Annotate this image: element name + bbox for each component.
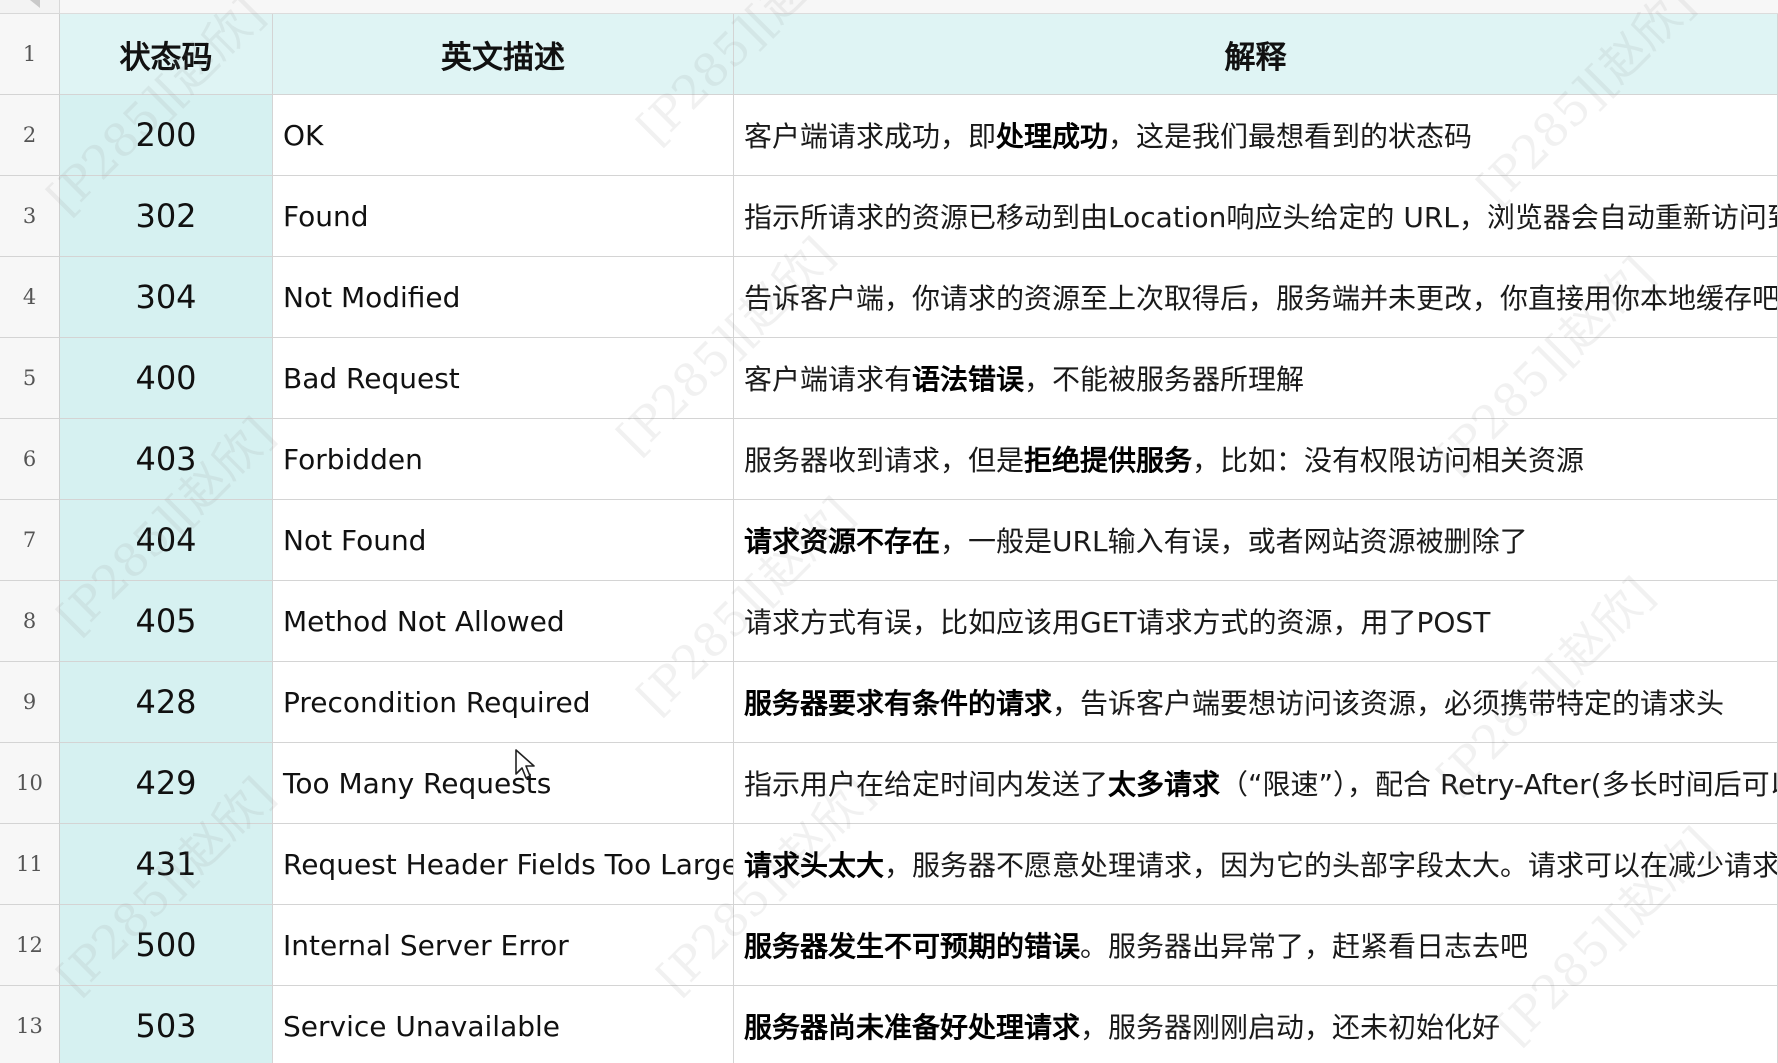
row-number[interactable]: 9 [0,662,60,743]
explanation-text: 。服务器出异常了，赶紧看日志去吧 [1080,930,1529,963]
explanation-text: ，一般是URL输入有误，或者网站资源被删除了 [940,525,1528,558]
column-header-strip[interactable] [60,0,1778,14]
row-number[interactable]: 1 [0,14,60,95]
english-description-cell[interactable]: Found [273,176,734,257]
explanation-text: 客户端请求有 [744,363,913,396]
explanation-text: ，比如：没有权限访问相关资源 [1192,444,1585,477]
explanation-cell[interactable]: 指示用户在给定时间内发送了 太多请求 （“限速”），配合 Retry-After(多… [734,743,1778,824]
explanation-text: ，服务器不愿意处理请求，因为它的头部字段太大。请求可以在减少请求头域的大小后重新… [884,849,1778,882]
status-code-cell[interactable]: 405 [60,581,273,662]
explanation-text: ，告诉客户端要想访问该资源，必须携带特定的请求头 [1052,687,1725,720]
status-code-cell[interactable]: 403 [60,419,273,500]
explanation-bold-text: 服务器要求有条件的请求 [744,687,1053,720]
explanation-cell[interactable]: 服务器尚未准备好处理请求 ，服务器刚刚启动，还未初始化好 [734,986,1778,1063]
spreadsheet: 1 状态码 英文描述 解释 2 200 OK 客户端请求成功，即 处理成功 ，这是我们最想… [0,0,1778,1063]
english-description-cell[interactable]: Precondition Required [273,662,734,743]
explanation-text: 指示用户在给定时间内发送了 [744,768,1109,801]
explanation-text: ，不能被服务器所理解 [1024,363,1305,396]
row-number[interactable]: 8 [0,581,60,662]
row-number[interactable]: 2 [0,95,60,176]
row-number[interactable]: 11 [0,824,60,905]
explanation-cell[interactable]: 告诉客户端，你请求的资源至上次取得后，服务端并未更改，你直接用你本地缓存吧。隐式… [734,257,1778,338]
status-code-cell[interactable]: 304 [60,257,273,338]
english-description-cell[interactable]: Forbidden [273,419,734,500]
explanation-text: ，这是我们最想看到的状态码 [1108,120,1473,153]
explanation-cell[interactable]: 客户端请求有 语法错误 ，不能被服务器所理解 [734,338,1778,419]
explanation-text: 指示所请求的资源已移动到由Location响应头给定的 URL，浏览器会自动重新… [744,201,1777,234]
explanation-text: 客户端请求成功，即 [744,120,997,153]
explanation-cell[interactable]: 服务器发生不可预期的错误 。服务器出异常了，赶紧看日志去吧 [734,905,1778,986]
explanation-bold-text: 太多请求 [1108,768,1221,801]
explanation-cell[interactable]: 服务器收到请求，但是 拒绝提供服务 ，比如：没有权限访问相关资源 [734,419,1778,500]
explanation-text: 请求方式有误，比如应该用GET请求方式的资源，用了POST [744,606,1491,639]
header-desc[interactable]: 英文描述 [273,14,734,95]
english-description-cell[interactable]: Not Found [273,500,734,581]
explanation-cell[interactable]: 指示所请求的资源已移动到由Location响应头给定的 URL，浏览器会自动重新… [734,176,1778,257]
corner-triangle-icon [30,0,40,8]
explanation-bold-text: 拒绝提供服务 [1024,444,1193,477]
english-description-cell[interactable]: OK [273,95,734,176]
row-number[interactable]: 3 [0,176,60,257]
status-code-cell[interactable]: 500 [60,905,273,986]
explanation-bold-text: 请求头太大 [744,849,885,882]
row-number[interactable]: 10 [0,743,60,824]
row-number[interactable]: 12 [0,905,60,986]
explanation-cell[interactable]: 请求资源不存在 ，一般是URL输入有误，或者网站资源被删除了 [734,500,1778,581]
explanation-cell[interactable]: 请求头太大，服务器不愿意处理请求，因为它的头部字段太大。请求可以在减少请求头域的… [734,824,1778,905]
explanation-text: ，服务器刚刚启动，还未初始化好 [1080,1011,1501,1044]
english-description-cell[interactable]: Too Many Requests [273,743,734,824]
status-code-cell[interactable]: 503 [60,986,273,1063]
explanation-cell[interactable]: 服务器要求有条件的请求 ，告诉客户端要想访问该资源，必须携带特定的请求头 [734,662,1778,743]
status-code-cell[interactable]: 404 [60,500,273,581]
row-number[interactable]: 6 [0,419,60,500]
row-number[interactable]: 4 [0,257,60,338]
explanation-bold-text: 服务器尚未准备好处理请求 [744,1011,1081,1044]
english-description-cell[interactable]: Internal Server Error [273,905,734,986]
explanation-cell[interactable]: 请求方式有误，比如应该用GET请求方式的资源，用了POST [734,581,1778,662]
row-number[interactable]: 7 [0,500,60,581]
explanation-bold-text: 请求资源不存在 [744,525,941,558]
explanation-text: 告诉客户端，你请求的资源至上次取得后，服务端并未更改，你直接用你本地缓存吧。隐式… [744,282,1778,315]
header-code[interactable]: 状态码 [60,14,273,95]
explanation-cell[interactable]: 客户端请求成功，即 处理成功 ，这是我们最想看到的状态码 [734,95,1778,176]
status-code-cell[interactable]: 429 [60,743,273,824]
english-description-cell[interactable]: Service Unavailable [273,986,734,1063]
explanation-bold-text: 服务器发生不可预期的错误 [744,930,1081,963]
status-code-cell[interactable]: 428 [60,662,273,743]
english-description-cell[interactable]: Bad Request [273,338,734,419]
explanation-bold-text: 语法错误 [912,363,1025,396]
status-code-cell[interactable]: 200 [60,95,273,176]
english-description-cell[interactable]: Request Header Fields Too Large [273,824,734,905]
row-number[interactable]: 5 [0,338,60,419]
select-all-corner[interactable] [0,0,60,14]
explanation-text: 服务器收到请求，但是 [744,444,1025,477]
row-number[interactable]: 13 [0,986,60,1063]
mouse-pointer-icon [515,749,535,779]
english-description-cell[interactable]: Method Not Allowed [273,581,734,662]
explanation-bold-text: 处理成功 [996,120,1109,153]
explanation-text: （“限速”），配合 Retry-After(多长时间后可以请求)响应头一起使用 [1220,768,1777,801]
english-description-cell[interactable]: Not Modified [273,257,734,338]
header-expl[interactable]: 解释 [734,14,1778,95]
status-code-cell[interactable]: 431 [60,824,273,905]
status-code-cell[interactable]: 302 [60,176,273,257]
status-code-cell[interactable]: 400 [60,338,273,419]
status-code-table: 1 状态码 英文描述 解释 2 200 OK 客户端请求成功，即 处理成功 ，这是我们最想… [0,14,1778,1063]
